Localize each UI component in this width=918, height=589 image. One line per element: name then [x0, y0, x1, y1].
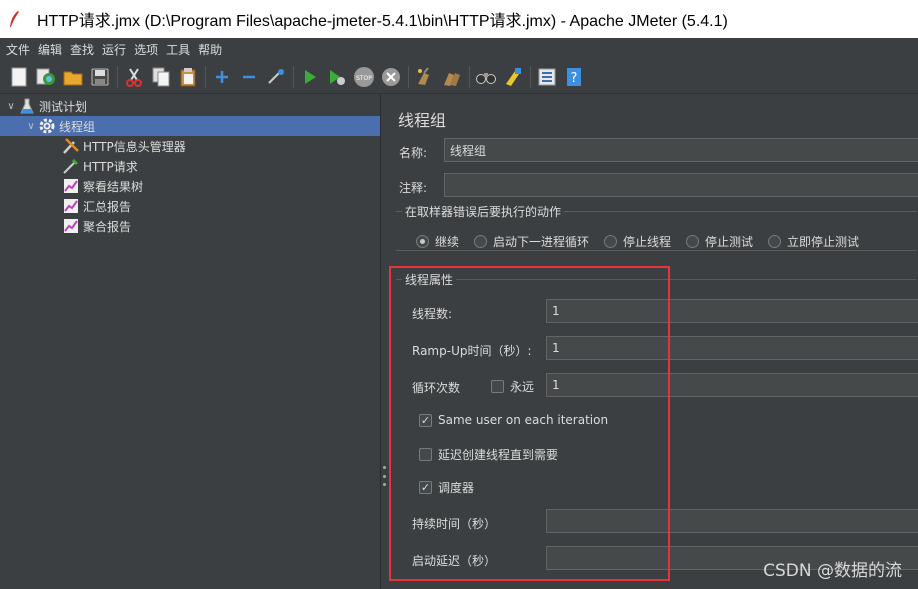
- tree-item-label: HTTP信息头管理器: [83, 139, 186, 154]
- shutdown-icon[interactable]: [380, 66, 402, 88]
- forever-checkbox[interactable]: 永远: [491, 378, 534, 395]
- comment-field[interactable]: [444, 173, 918, 197]
- panel-title: 线程组: [398, 111, 447, 130]
- tree-item-label: 聚合报告: [83, 219, 132, 234]
- error-action-title: 在取样器错误后要执行的动作: [402, 203, 565, 220]
- watermark: CSDN @数据的流: [763, 561, 902, 581]
- tree-item-label: 线程组: [59, 119, 96, 134]
- menu-edit[interactable]: 编辑: [37, 41, 63, 58]
- clear-icon[interactable]: [414, 66, 436, 88]
- copy-icon[interactable]: [150, 66, 172, 88]
- wrench-icon: [62, 137, 80, 155]
- window-title: HTTP请求.jmx (D:\Program Files\apache-jmet…: [37, 13, 728, 30]
- delay-create-checkbox[interactable]: 延迟创建线程直到需要: [419, 446, 558, 463]
- svg-text:?: ?: [571, 71, 578, 86]
- new-icon[interactable]: [8, 66, 30, 88]
- pipette-icon: [62, 157, 80, 175]
- start-no-pause-icon[interactable]: [326, 66, 348, 88]
- help-icon[interactable]: ?: [563, 66, 585, 88]
- paste-icon[interactable]: [177, 66, 199, 88]
- expand-icon[interactable]: [211, 66, 233, 88]
- jmeter-feather-icon: [0, 0, 28, 38]
- name-field[interactable]: [444, 138, 918, 162]
- menu-bar: 文件 编辑 查找 运行 选项 工具 帮助: [0, 38, 918, 60]
- collapse-icon[interactable]: [238, 66, 260, 88]
- chevron-down-icon[interactable]: ∨: [4, 101, 18, 112]
- tree-item-http-header-manager[interactable]: HTTP信息头管理器: [62, 136, 186, 156]
- tree-item-thread-group[interactable]: ∨ 线程组: [0, 116, 380, 136]
- tree-item-aggregate-report[interactable]: 聚合报告: [62, 216, 131, 236]
- check-icon: ✓: [419, 413, 432, 427]
- menu-search[interactable]: 查找: [69, 41, 95, 58]
- same-user-checkbox[interactable]: ✓ Same user on each iteration: [419, 413, 608, 427]
- tree-item-label: 察看结果树: [83, 179, 144, 194]
- thread-props-title: 线程属性: [402, 271, 457, 288]
- checkbox-empty-icon: [491, 380, 504, 393]
- tree-item-test-plan[interactable]: ∨ 测试计划: [4, 96, 87, 116]
- function-helper-icon[interactable]: [536, 66, 558, 88]
- rampup-label: Ramp-Up时间（秒）:: [412, 344, 532, 358]
- thread-group-editor: 线程组 名称: 注释: 在取样器错误后要执行的动作 继续 启动下一进程循环 停止…: [388, 95, 918, 589]
- radio-start-next-loop[interactable]: 启动下一进程循环: [474, 233, 589, 250]
- cut-icon[interactable]: [123, 66, 145, 88]
- menu-tools[interactable]: 工具: [165, 41, 191, 58]
- menu-options[interactable]: 选项: [133, 41, 159, 58]
- chart-icon: [62, 177, 80, 195]
- radio-icon: [604, 235, 617, 248]
- stop-icon[interactable]: STOP: [353, 66, 375, 88]
- threads-label: 线程数:: [412, 307, 453, 321]
- chart-icon: [62, 217, 80, 235]
- open-icon[interactable]: [62, 66, 84, 88]
- search-icon[interactable]: [475, 66, 497, 88]
- radio-continue[interactable]: 继续: [416, 233, 459, 250]
- tree-item-label: 测试计划: [39, 99, 88, 114]
- flask-icon: [18, 97, 36, 115]
- gear-icon: [38, 117, 56, 135]
- threads-field[interactable]: [546, 299, 918, 323]
- startup-delay-label: 启动延迟（秒）: [412, 554, 497, 568]
- radio-icon: [768, 235, 781, 248]
- start-icon[interactable]: [299, 66, 321, 88]
- loop-count-field[interactable]: [546, 373, 918, 397]
- menu-run[interactable]: 运行: [101, 41, 127, 58]
- comment-label: 注释:: [399, 181, 428, 195]
- radio-selected-icon: [416, 235, 429, 248]
- chevron-down-icon[interactable]: ∨: [24, 121, 38, 132]
- name-label: 名称:: [399, 146, 428, 160]
- tree-item-label: HTTP请求: [83, 159, 138, 174]
- templates-icon[interactable]: [35, 66, 57, 88]
- scheduler-checkbox[interactable]: ✓ 调度器: [419, 479, 474, 496]
- tree-item-label: 汇总报告: [83, 199, 132, 214]
- rampup-field[interactable]: [546, 336, 918, 360]
- test-plan-tree: ∨ 测试计划 ∨ 线程组 HTTP信息头管理器 HTTP请求 察看结果树 汇总报…: [0, 95, 381, 589]
- svg-text:STOP: STOP: [356, 75, 372, 82]
- chart-icon: [62, 197, 80, 215]
- radio-icon: [474, 235, 487, 248]
- tree-item-http-request[interactable]: HTTP请求: [62, 156, 138, 176]
- duration-field[interactable]: [546, 509, 918, 533]
- toolbar: STOP ?: [0, 60, 918, 94]
- radio-icon: [686, 235, 699, 248]
- menu-file[interactable]: 文件: [5, 41, 31, 58]
- radio-stop-test[interactable]: 停止测试: [686, 233, 753, 250]
- splitter-handle[interactable]: [381, 466, 387, 486]
- toggle-icon[interactable]: [265, 66, 287, 88]
- checkbox-empty-icon: [419, 448, 432, 461]
- save-icon[interactable]: [89, 66, 111, 88]
- title-bar: HTTP请求.jmx (D:\Program Files\apache-jmet…: [0, 0, 918, 38]
- check-icon: ✓: [419, 481, 432, 494]
- reset-search-icon[interactable]: [502, 66, 524, 88]
- radio-stop-test-now[interactable]: 立即停止测试: [768, 233, 859, 250]
- menu-help[interactable]: 帮助: [197, 41, 223, 58]
- tree-item-summary-report[interactable]: 汇总报告: [62, 196, 131, 216]
- duration-label: 持续时间（秒）: [412, 517, 497, 531]
- loop-label: 循环次数: [412, 381, 461, 395]
- clear-all-icon[interactable]: [441, 66, 463, 88]
- tree-item-view-results-tree[interactable]: 察看结果树: [62, 176, 143, 196]
- radio-stop-thread[interactable]: 停止线程: [604, 233, 671, 250]
